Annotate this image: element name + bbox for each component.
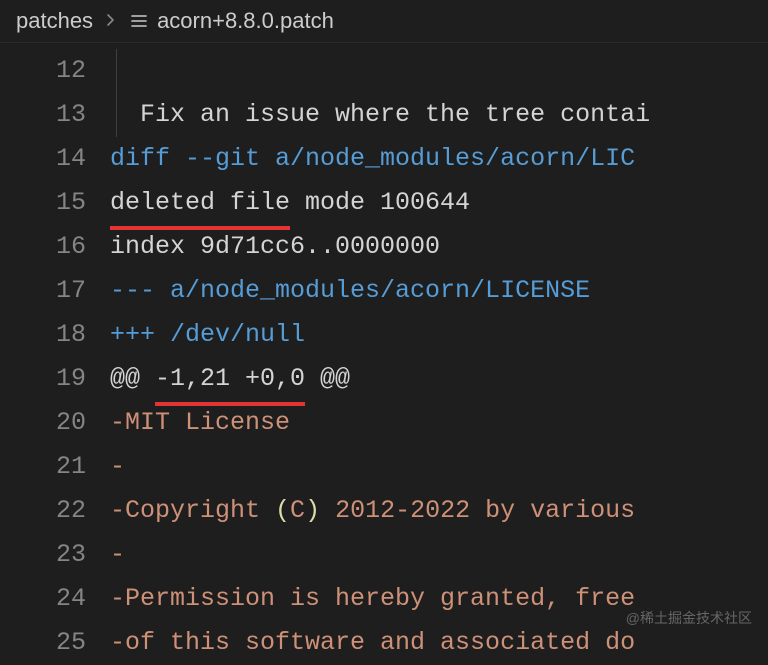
line-number: 15 [0,181,110,225]
breadcrumb[interactable]: patches acorn+8.8.0.patch [0,0,768,43]
line-number: 24 [0,577,110,621]
code-editor[interactable]: 1213 Fix an issue where the tree contai1… [0,43,768,665]
code-line[interactable]: 17--- a/node_modules/acorn/LICENSE [0,269,768,313]
indent-guide [116,49,117,93]
code-content: -of this software and associated do [110,621,635,665]
line-number: 21 [0,445,110,489]
line-number: 19 [0,357,110,401]
code-content: diff --git a/node_modules/acorn/LIC [110,137,635,181]
chevron-right-icon [103,8,119,34]
code-line[interactable]: 13 Fix an issue where the tree contai [0,93,768,137]
code-content: @@ -1,21 +0,0 @@ [110,357,350,406]
breadcrumb-folder[interactable]: patches [16,8,93,34]
code-line[interactable]: 12 [0,49,768,93]
code-content: -Permission is hereby granted, free [110,577,635,621]
line-number: 25 [0,621,110,665]
watermark: @稀土掘金技术社区 [626,608,752,628]
code-line[interactable]: 16index 9d71cc6..0000000 [0,225,768,269]
line-number: 16 [0,225,110,269]
code-content: - [110,533,125,577]
code-content: -MIT License [110,401,290,445]
line-number: 18 [0,313,110,357]
indent-guide [116,93,117,137]
code-content: Fix an issue where the tree contai [110,93,650,137]
line-number: 22 [0,489,110,533]
line-number: 20 [0,401,110,445]
line-number: 23 [0,533,110,577]
file-icon [129,11,149,31]
code-line[interactable]: 22-Copyright (C) 2012-2022 by various [0,489,768,533]
code-content: index 9d71cc6..0000000 [110,225,440,269]
line-number: 12 [0,49,110,93]
line-number: 13 [0,93,110,137]
code-line[interactable]: 23- [0,533,768,577]
code-content: -Copyright (C) 2012-2022 by various [110,489,635,533]
line-number: 17 [0,269,110,313]
breadcrumb-file[interactable]: acorn+8.8.0.patch [157,8,334,34]
code-content: --- a/node_modules/acorn/LICENSE [110,269,590,313]
code-line[interactable]: 19@@ -1,21 +0,0 @@ [0,357,768,401]
code-content: deleted file mode 100644 [110,181,470,230]
code-line[interactable]: 20-MIT License [0,401,768,445]
line-number: 14 [0,137,110,181]
code-line[interactable]: 15deleted file mode 100644 [0,181,768,225]
code-line[interactable]: 14diff --git a/node_modules/acorn/LIC [0,137,768,181]
code-content: - [110,445,125,489]
code-content: +++ /dev/null [110,313,305,357]
code-line[interactable]: 21- [0,445,768,489]
code-line[interactable]: 18+++ /dev/null [0,313,768,357]
